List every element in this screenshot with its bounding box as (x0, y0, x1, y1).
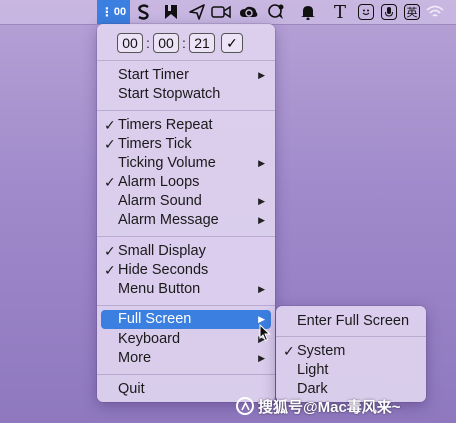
menu-item-alarm-loops[interactable]: ✓ Alarm Loops (97, 173, 275, 192)
hours-field[interactable]: 00 (117, 33, 143, 53)
s-logo-icon[interactable] (133, 2, 155, 22)
confirm-button[interactable]: ✓ (221, 33, 243, 53)
watermark: 搜狐号@Mac毒风来~ (236, 394, 401, 418)
menu-item-alarm-message[interactable]: Alarm Message ▶ (97, 211, 275, 230)
time-separator: : (182, 35, 186, 51)
checkmark-icon: ✓ (104, 117, 116, 133)
menu-item-start-timer[interactable]: Start Timer ▶ (97, 66, 275, 85)
checkmark-icon: ✓ (104, 262, 116, 278)
bell-icon[interactable] (297, 2, 319, 22)
menu-item-enter-full-screen[interactable]: Enter Full Screen (276, 312, 426, 331)
seconds-field[interactable]: 21 (189, 33, 215, 53)
checkmark-icon: ✓ (104, 136, 116, 152)
submenu-arrow-icon: ▶ (258, 353, 265, 363)
menu-item-keyboard[interactable]: Keyboard ▶ (97, 330, 275, 349)
video-camera-icon[interactable] (210, 2, 232, 22)
submenu-arrow-icon: ▶ (258, 196, 265, 206)
menu-item-hide-seconds[interactable]: ✓ Hide Seconds (97, 261, 275, 280)
timer-menubar-item[interactable]: ⋮ 00 (97, 0, 130, 24)
wifi-icon[interactable] (424, 2, 446, 22)
timer-dropdown-menu: 00 : 00 : 21 ✓ Start Timer ▶ Start Stopw… (97, 24, 275, 402)
input-method-icon[interactable]: 英 (401, 2, 423, 22)
checkmark-icon: ✓ (104, 174, 116, 190)
menu-item-menu-button[interactable]: Menu Button ▶ (97, 280, 275, 299)
menu-item-more[interactable]: More ▶ (97, 349, 275, 368)
menu-separator (97, 374, 275, 375)
menu-item-timers-tick[interactable]: ✓ Timers Tick (97, 135, 275, 154)
face-icon[interactable] (355, 2, 377, 22)
menu-item-system[interactable]: ✓ System (276, 342, 426, 361)
time-separator: : (146, 35, 150, 51)
checkmark-icon: ✓ (104, 243, 116, 259)
menu-item-full-screen[interactable]: Full Screen ▶ (101, 310, 271, 329)
menu-separator (97, 60, 275, 61)
submenu-arrow-icon: ▶ (258, 158, 265, 168)
checkmark-icon: ✓ (283, 343, 295, 359)
mouse-cursor-icon (259, 324, 271, 342)
menu-separator (97, 110, 275, 111)
menu-separator (97, 305, 275, 306)
microphone-icon[interactable] (378, 2, 400, 22)
timer-input-row: 00 : 00 : 21 ✓ (117, 32, 243, 54)
menu-item-ticking-volume[interactable]: Ticking Volume ▶ (97, 154, 275, 173)
drag-handle-icon: ⋮ (100, 5, 113, 19)
watermark-logo-icon (236, 397, 254, 415)
menu-separator (276, 336, 426, 337)
timer-menubar-label: 00 (113, 6, 127, 18)
send-icon[interactable] (186, 2, 208, 22)
menu-item-alarm-sound[interactable]: Alarm Sound ▶ (97, 192, 275, 211)
minutes-field[interactable]: 00 (153, 33, 179, 53)
menu-item-light[interactable]: Light (276, 361, 426, 380)
menu-item-small-display[interactable]: ✓ Small Display (97, 242, 275, 261)
watermark-text: 搜狐号@Mac毒风来~ (258, 398, 401, 416)
text-tool-icon[interactable]: T (329, 2, 351, 23)
submenu-arrow-icon: ▶ (258, 215, 265, 225)
menu-item-start-stopwatch[interactable]: Start Stopwatch (97, 85, 275, 104)
submenu-arrow-icon: ▶ (258, 70, 265, 80)
creative-cloud-icon[interactable] (238, 2, 260, 22)
menu-item-timers-repeat[interactable]: ✓ Timers Repeat (97, 116, 275, 135)
chat-bubble-icon[interactable] (265, 2, 287, 22)
full-screen-submenu: Enter Full Screen ✓ System Light Dark (276, 306, 426, 402)
bookmark-app-icon[interactable] (160, 2, 182, 22)
submenu-arrow-icon: ▶ (258, 284, 265, 294)
menu-bar: ⋮ 00 T 英 (0, 0, 456, 24)
menu-separator (97, 236, 275, 237)
